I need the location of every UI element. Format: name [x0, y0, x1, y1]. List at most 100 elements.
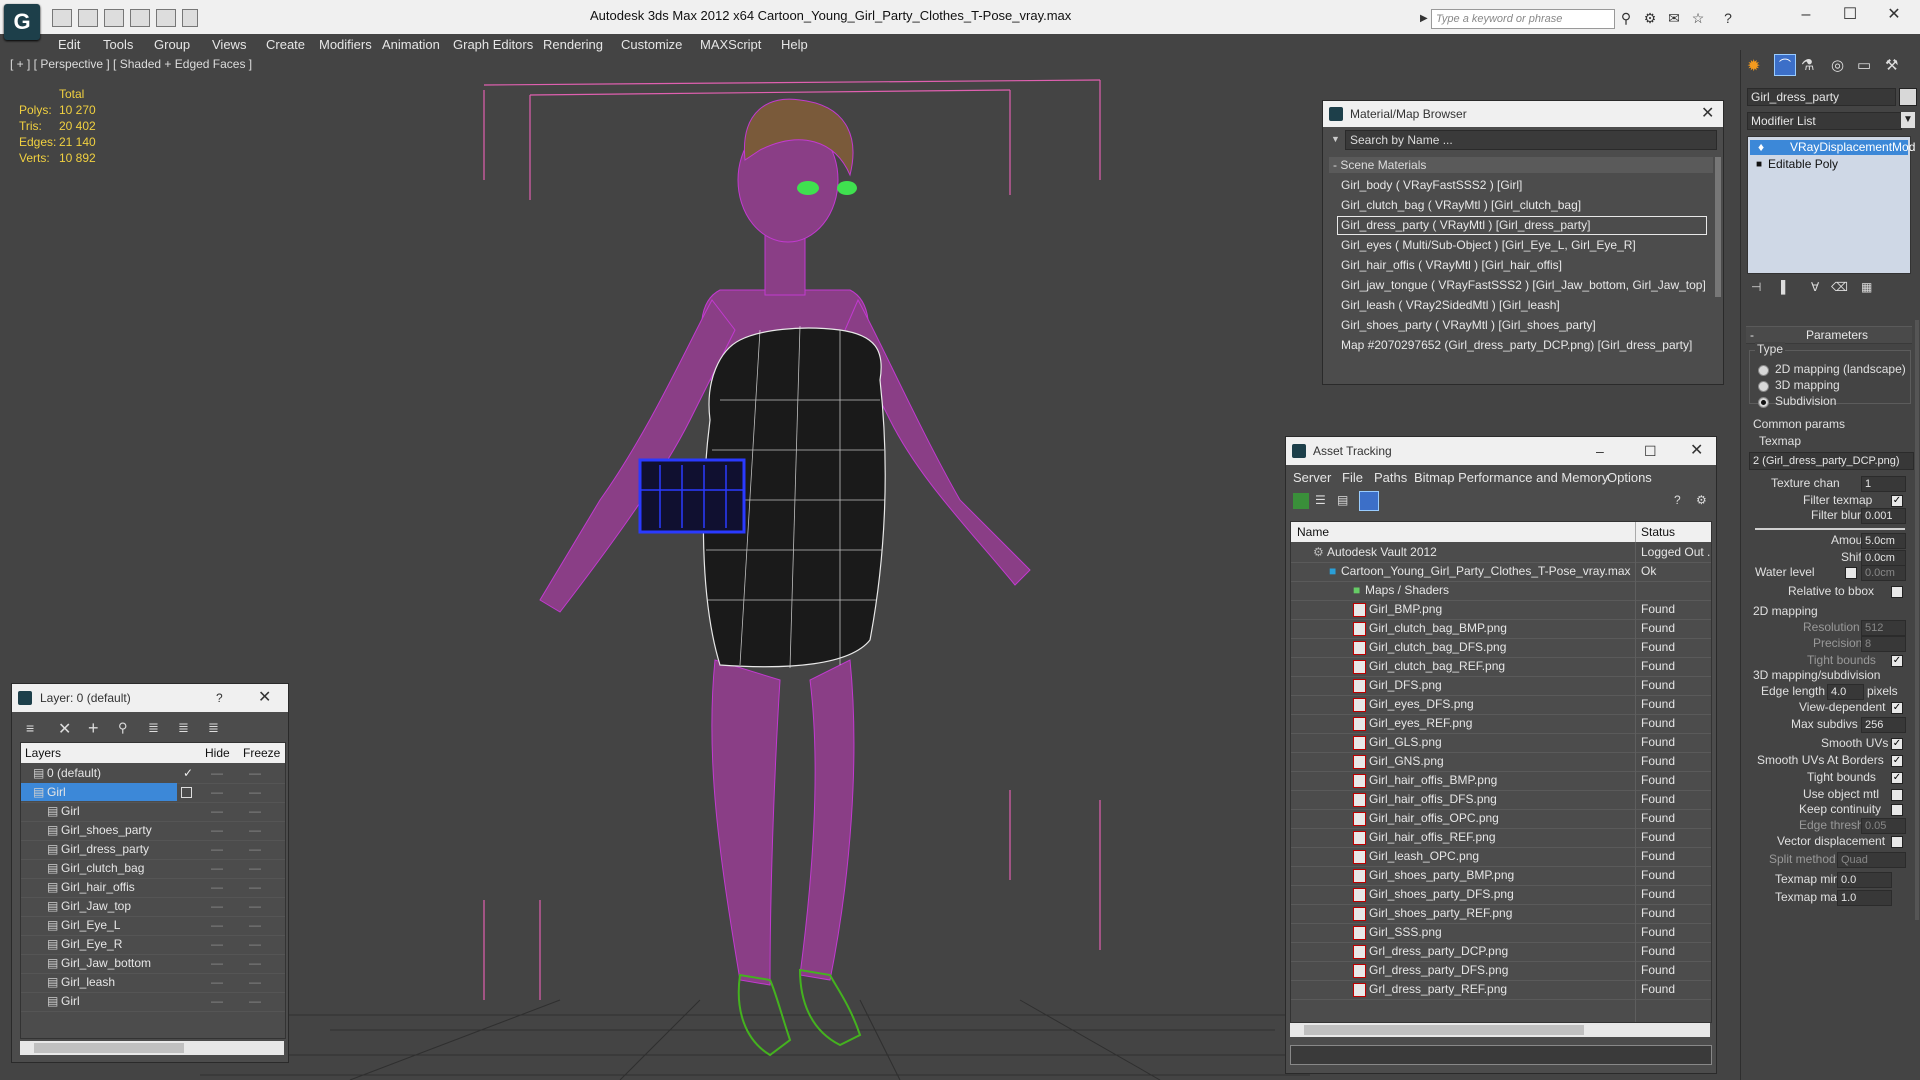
column-layers-header[interactable]: Layers — [25, 746, 61, 760]
at-menu-bitmap-performance[interactable]: Bitmap Performance and Memory — [1414, 470, 1608, 485]
resolution-spinner[interactable]: 512 — [1861, 620, 1906, 636]
asset-map-row[interactable]: Girl_GLS.png Found — [1291, 733, 1711, 753]
thumbnail-view-icon[interactable]: ▤ — [1337, 493, 1353, 509]
vector-displacement-checkbox[interactable] — [1891, 836, 1903, 848]
hide-toggle[interactable]: — — [211, 992, 223, 1011]
close-icon[interactable]: ✕ — [258, 684, 271, 712]
texmap-max-spinner[interactable]: 1.0 — [1837, 890, 1892, 906]
material-item[interactable]: Girl_jaw_tongue ( VRayFastSSS2 ) [Girl_J… — [1337, 276, 1707, 295]
asset-map-row[interactable]: Girl_SSS.png Found — [1291, 923, 1711, 943]
tight-bounds-checkbox[interactable]: ✓ — [1891, 772, 1903, 784]
freeze-toggle[interactable]: — — [249, 764, 261, 783]
undo-icon[interactable] — [130, 9, 150, 27]
layer-row-selected[interactable]: ▤ Girl — — — [21, 783, 285, 803]
relative-to-bbox-checkbox[interactable] — [1891, 586, 1903, 598]
motion-tab-icon[interactable]: ◎ — [1831, 56, 1844, 74]
help-icon[interactable]: ? — [1674, 493, 1690, 509]
freeze-toggle[interactable]: — — [249, 935, 261, 954]
pin-stack-icon[interactable]: ⊣ — [1751, 280, 1761, 294]
hide-toggle[interactable]: — — [211, 878, 223, 897]
material-browser-titlebar[interactable]: Material/Map Browser ✕ — [1323, 101, 1723, 127]
search-toggle-icon[interactable]: ▶ — [1420, 9, 1428, 29]
asset-row-file[interactable]: ■ Cartoon_Young_Girl_Party_Clothes_T-Pos… — [1291, 562, 1711, 582]
asset-map-row[interactable]: Girl_eyes_REF.png Found — [1291, 714, 1711, 734]
close-icon[interactable]: ✕ — [1874, 4, 1914, 26]
radio-2d-mapping[interactable] — [1758, 365, 1769, 376]
water-level-spinner[interactable]: 0.0cm — [1861, 565, 1906, 581]
command-panel-scrollbar[interactable] — [1915, 320, 1919, 920]
close-icon[interactable]: ✕ — [1701, 101, 1714, 127]
keep-continuity-checkbox[interactable] — [1891, 804, 1903, 816]
asset-map-row[interactable]: Girl_leash_OPC.png Found — [1291, 847, 1711, 867]
asset-map-row[interactable]: Girl_hair_offis_REF.png Found — [1291, 828, 1711, 848]
freeze-toggle[interactable]: — — [249, 916, 261, 935]
freeze-toggle[interactable]: — — [249, 821, 261, 840]
view-dependent-checkbox[interactable]: ✓ — [1891, 702, 1903, 714]
layer-row[interactable]: ✓ ▤ 0 (default) — — — [21, 764, 285, 784]
make-unique-icon[interactable]: ∀ — [1811, 280, 1819, 294]
highlight-layer-icon[interactable]: ≣ — [148, 720, 159, 736]
hierarchy-tab-icon[interactable]: ⚗ — [1801, 56, 1814, 74]
max-subdivs-spinner[interactable]: 256 — [1861, 717, 1906, 733]
hide-toggle[interactable]: — — [211, 859, 223, 878]
material-item[interactable]: Girl_clutch_bag ( VRayMtl ) [Girl_clutch… — [1337, 196, 1707, 215]
layer-row[interactable]: ▤ Girl_Jaw_bottom — — — [21, 954, 285, 974]
smooth-uvs-borders-checkbox[interactable]: ✓ — [1891, 755, 1903, 767]
material-item[interactable]: Girl_shoes_party ( VRayMtl ) [Girl_shoes… — [1337, 316, 1707, 335]
asset-map-row[interactable]: Girl_hair_offis_OPC.png Found — [1291, 809, 1711, 829]
edge-length-spinner[interactable]: 4.0 — [1827, 684, 1864, 700]
select-in-layer-icon[interactable]: ⚲ — [118, 720, 128, 736]
filter-texmap-checkbox[interactable]: ✓ — [1891, 495, 1903, 507]
at-menu-options[interactable]: Options — [1607, 470, 1652, 485]
add-to-layer-icon[interactable]: + — [88, 718, 99, 739]
radio-subdivision-selected[interactable] — [1758, 397, 1769, 408]
lightbulb-icon[interactable]: ♦ — [1758, 140, 1764, 155]
hide-toggle[interactable]: — — [211, 916, 223, 935]
tight-bounds-2d-checkbox[interactable]: ✓ — [1891, 655, 1903, 667]
object-name-field[interactable]: Girl_dress_party — [1747, 88, 1896, 106]
texmap-min-spinner[interactable]: 0.0 — [1837, 872, 1892, 888]
column-name-header[interactable]: Name — [1297, 525, 1329, 539]
filter-blur-spinner[interactable]: 0.001 — [1861, 508, 1906, 524]
utilities-tab-icon[interactable]: ⚒ — [1885, 56, 1898, 74]
asset-map-row[interactable]: Girl_shoes_party_BMP.png Found — [1291, 866, 1711, 886]
scene-materials-group[interactable]: - Scene Materials — [1329, 157, 1713, 173]
freeze-toggle[interactable]: — — [249, 859, 261, 878]
at-menu-file[interactable]: File — [1342, 470, 1363, 485]
asset-horizontal-scrollbar[interactable] — [1290, 1023, 1710, 1037]
freeze-toggle[interactable]: — — [249, 897, 261, 916]
favorites-star-icon[interactable]: ☆ — [1689, 9, 1707, 27]
new-file-icon[interactable] — [52, 9, 72, 27]
column-freeze-header[interactable]: Freeze — [243, 746, 280, 760]
material-item[interactable]: Girl_hair_offis ( VRayMtl ) [Girl_hair_o… — [1337, 256, 1707, 275]
material-item[interactable]: Map #2070297652 (Girl_dress_party_DCP.pn… — [1337, 336, 1707, 355]
hide-toggle[interactable]: — — [211, 764, 223, 783]
maximize-icon[interactable]: ☐ — [1644, 437, 1657, 465]
redo-icon[interactable] — [156, 9, 176, 27]
asset-row-vault[interactable]: ⚙ Autodesk Vault 2012 Logged Out ... — [1291, 543, 1711, 563]
use-object-mtl-checkbox[interactable] — [1891, 789, 1903, 801]
asset-map-row[interactable]: Girl_shoes_party_REF.png Found — [1291, 904, 1711, 924]
layer-panel-titlebar[interactable]: Layer: 0 (default) ? ✕ — [12, 684, 288, 712]
minimize-icon[interactable]: – — [1786, 4, 1826, 26]
column-status-header[interactable]: Status — [1641, 525, 1675, 539]
asset-map-row[interactable]: Girl_BMP.png Found — [1291, 600, 1711, 620]
asset-map-row[interactable]: Girl_eyes_DFS.png Found — [1291, 695, 1711, 715]
asset-map-row[interactable]: Girl_clutch_bag_BMP.png Found — [1291, 619, 1711, 639]
asset-map-row[interactable]: Girl_clutch_bag_REF.png Found — [1291, 657, 1711, 677]
asset-map-row[interactable]: Girl_DFS.png Found — [1291, 676, 1711, 696]
quick-access-dropdown-icon[interactable] — [182, 9, 198, 27]
freeze-toggle[interactable]: — — [249, 802, 261, 821]
radio-3d-mapping[interactable] — [1758, 381, 1769, 392]
open-file-icon[interactable] — [78, 9, 98, 27]
hide-toggle[interactable]: — — [211, 973, 223, 992]
keyword-search-input[interactable]: Type a keyword or phrase — [1431, 9, 1615, 29]
hide-toggle[interactable]: — — [211, 954, 223, 973]
subscription-icon[interactable]: ⚙ — [1641, 9, 1659, 27]
list-view-icon[interactable]: ☰ — [1315, 493, 1331, 509]
water-level-checkbox[interactable] — [1845, 567, 1857, 579]
column-hide-header[interactable]: Hide — [205, 746, 230, 760]
shift-spinner[interactable]: 0.0cm — [1861, 550, 1906, 566]
refresh-icon[interactable] — [1293, 493, 1309, 509]
asset-row-maps-group[interactable]: ■ Maps / Shaders — [1291, 581, 1711, 601]
